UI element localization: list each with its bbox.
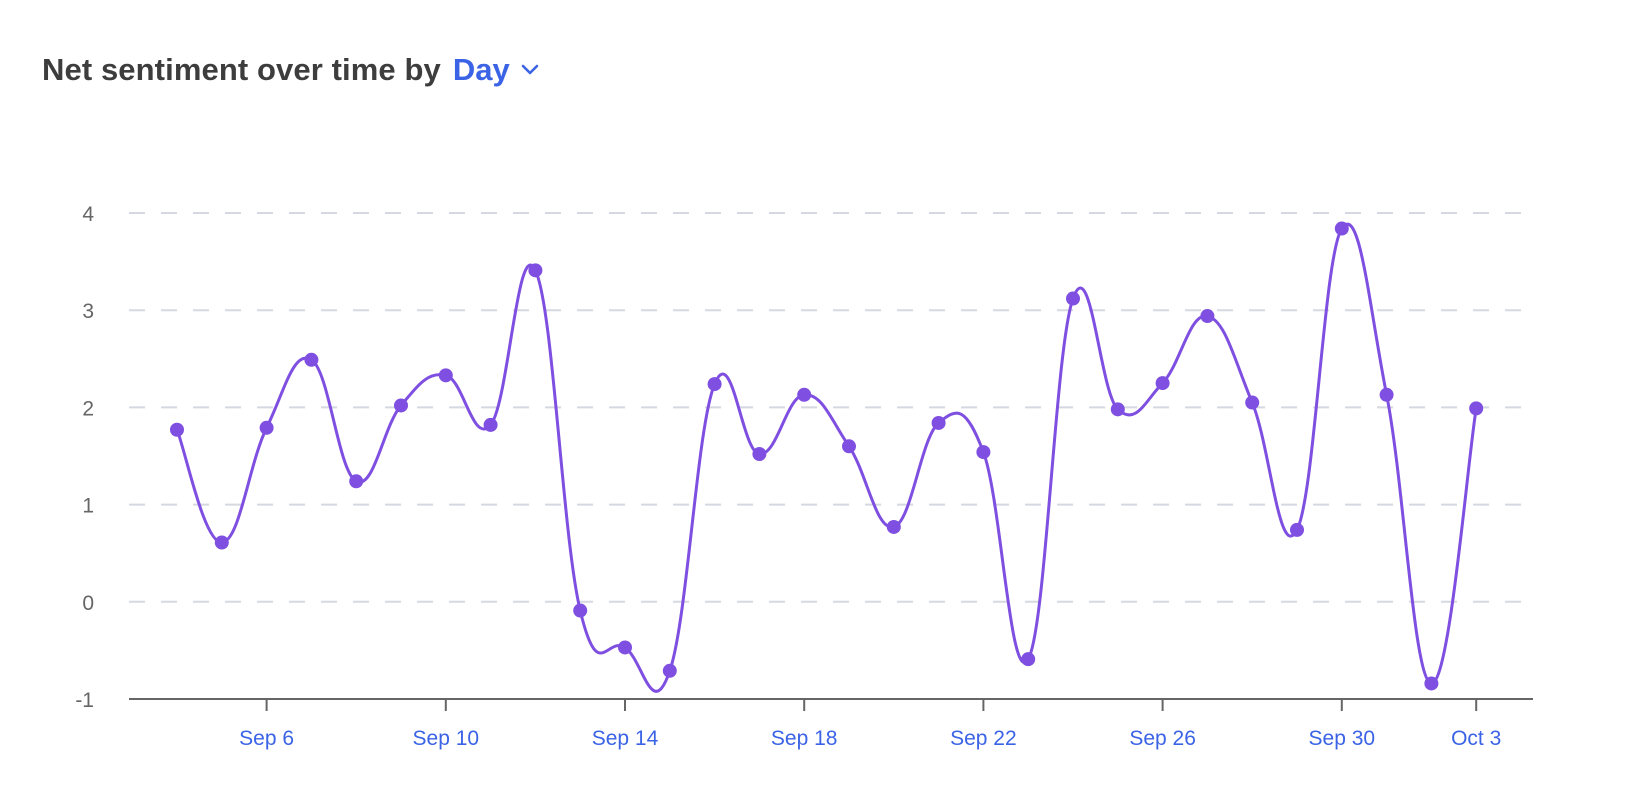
x-tick-label: Sep 22 — [950, 727, 1017, 750]
data-point[interactable] — [438, 368, 453, 383]
data-point[interactable] — [1379, 387, 1394, 402]
y-tick-label: -1 — [75, 689, 94, 712]
series-points — [170, 221, 1484, 691]
y-tick-label: 4 — [82, 203, 94, 226]
data-point[interactable] — [931, 415, 946, 430]
data-point[interactable] — [1469, 401, 1484, 416]
x-tick-label: Sep 18 — [771, 727, 838, 750]
data-point[interactable] — [1424, 676, 1439, 691]
x-tick-label: Sep 14 — [592, 727, 659, 750]
data-point[interactable] — [304, 352, 319, 367]
y-axis: -1 0 1 2 3 4 — [75, 203, 94, 712]
data-point[interactable] — [259, 420, 274, 435]
data-point[interactable] — [394, 398, 408, 413]
data-point[interactable] — [528, 263, 543, 278]
data-point[interactable] — [170, 422, 184, 437]
data-point[interactable] — [1245, 395, 1260, 410]
x-tick-label: Sep 6 — [239, 727, 294, 750]
data-point[interactable] — [842, 439, 856, 454]
y-tick-label: 3 — [82, 300, 94, 323]
data-point[interactable] — [1200, 309, 1215, 324]
data-point[interactable] — [752, 447, 767, 462]
x-tick-label: Oct 3 — [1451, 727, 1501, 750]
series-line — [175, 222, 1478, 693]
gridlines — [129, 212, 1533, 603]
y-tick-label: 2 — [82, 397, 94, 420]
data-point[interactable] — [349, 474, 364, 489]
data-point[interactable] — [886, 519, 901, 534]
x-tick-label: Sep 10 — [413, 727, 480, 750]
data-point[interactable] — [618, 640, 632, 655]
data-point[interactable] — [797, 387, 812, 402]
data-point[interactable] — [707, 377, 722, 392]
data-point[interactable] — [573, 603, 588, 618]
x-axis: Sep 6 Sep 10 Sep 14 Sep 18 Sep 22 Sep 26 Sep 3… — [129, 698, 1533, 750]
x-tick-label: Sep 30 — [1309, 727, 1376, 750]
data-point[interactable] — [976, 445, 991, 460]
data-point[interactable] — [662, 663, 677, 678]
data-point[interactable] — [1021, 652, 1036, 667]
data-point[interactable] — [1066, 291, 1080, 306]
data-point[interactable] — [1334, 221, 1349, 236]
line-chart: -101234 Sep 6 Sep 10 Sep 14 Sep 18 Sep 22 Sep… — [75, 203, 1533, 750]
data-point[interactable] — [1155, 376, 1170, 391]
y-tick-label: 1 — [82, 495, 94, 518]
data-point[interactable] — [483, 417, 498, 432]
x-tick-label: Sep 26 — [1129, 727, 1196, 750]
data-point[interactable] — [214, 535, 229, 550]
data-point[interactable] — [1290, 522, 1304, 537]
y-tick-label: 0 — [82, 592, 94, 615]
data-point[interactable] — [1110, 402, 1125, 417]
